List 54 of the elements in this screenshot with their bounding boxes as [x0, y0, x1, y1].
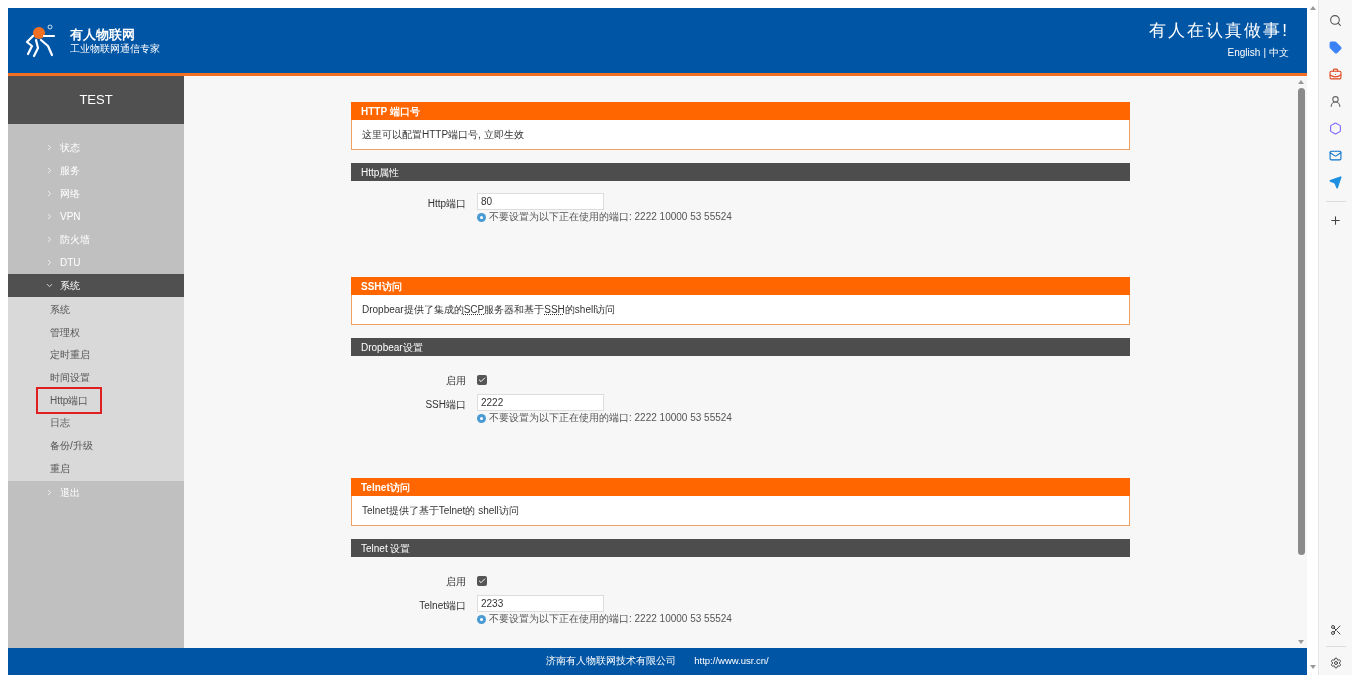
section-title: SSH访问 [351, 277, 1130, 295]
brand-name: 有人物联网 [70, 27, 136, 41]
website-link[interactable]: http://www.usr.cn/ [694, 654, 769, 669]
hint-text: 不要设置为以下正在使用的端口: 2222 10000 53 55524 [489, 413, 732, 423]
send-icon[interactable] [1329, 176, 1342, 189]
settings-icon[interactable] [1329, 657, 1342, 669]
chevron-icon [45, 258, 54, 267]
input-field[interactable]: 2222 [477, 394, 604, 411]
info-icon [477, 212, 486, 222]
input-field[interactable]: 2233 [477, 595, 604, 612]
section-description: Telnet提供了基于Telnet的 shell访问 [351, 496, 1130, 526]
section-description: Dropbear提供了集成的SCP服务器和基于SSH的shell访问 [351, 295, 1130, 325]
field-label: SSH端口 [424, 398, 466, 412]
info-icon [477, 614, 486, 624]
sidebar-title: TEST [8, 76, 184, 124]
tag-icon[interactable] [1329, 41, 1342, 54]
toolbox-icon[interactable] [1329, 68, 1342, 81]
checkbox[interactable] [477, 576, 487, 586]
chevron-icon [45, 281, 54, 290]
checkbox[interactable] [477, 375, 487, 385]
info-icon [477, 413, 486, 423]
field-label: 启用 [445, 574, 466, 589]
chevron-icon [45, 189, 54, 198]
hint-text: 不要设置为以下正在使用的端口: 2222 10000 53 55524 [489, 212, 732, 222]
nav-subitem[interactable]: Http端口 [36, 386, 103, 414]
settings-header: Dropbear设置 [351, 338, 1130, 356]
input-field[interactable]: 80 [477, 193, 604, 210]
hint-text: 不要设置为以下正在使用的端口: 2222 10000 53 55524 [489, 614, 732, 624]
section-description: 这里可以配置HTTP端口号, 立即生效 [351, 120, 1130, 150]
settings-header: Telnet 设置 [351, 539, 1130, 557]
field-label: 启用 [445, 373, 466, 388]
field-label: Telnet端口 [418, 599, 466, 613]
chevron-icon [45, 487, 54, 497]
section-title: HTTP 端口号 [351, 102, 1130, 120]
screenshot-icon[interactable] [1329, 624, 1342, 636]
add-icon[interactable] [1329, 214, 1342, 227]
slogan: 有人在认真做事! [1149, 21, 1289, 39]
separator: | [1263, 45, 1266, 60]
hexagon-icon[interactable] [1329, 122, 1342, 135]
company-name: 济南有人物联网技术有限公司 [546, 654, 677, 669]
chevron-icon [45, 212, 54, 221]
chevron-icon [45, 143, 54, 152]
brand-tagline: 工业物联网通信专家 [70, 43, 160, 54]
settings-header: Http属性 [351, 163, 1130, 181]
nav-item[interactable]: 系统 [8, 274, 184, 297]
chevron-icon [45, 166, 54, 175]
language-link[interactable]: 中文 [1269, 44, 1289, 60]
search-icon[interactable] [1329, 14, 1342, 27]
language-link[interactable]: English [1227, 44, 1261, 60]
section-title: Telnet访问 [351, 478, 1130, 496]
field-label: Http端口 [426, 197, 466, 211]
mail-icon[interactable] [1329, 149, 1342, 162]
chevron-icon [45, 235, 54, 244]
person-icon[interactable] [1329, 95, 1342, 108]
